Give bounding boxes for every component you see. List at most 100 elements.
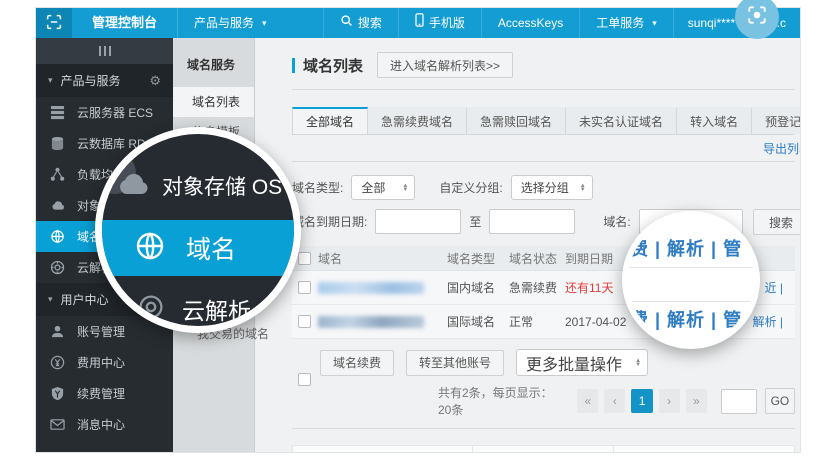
renewal-icon [49,386,65,402]
first-page-button[interactable]: « [577,389,598,413]
console-title[interactable]: 管理控制台 [72,8,178,38]
expiry-start-input[interactable] [375,209,461,234]
subnav-item-domain-list[interactable]: 域名列表 [173,87,254,117]
search-icon [340,8,353,38]
tab-all-domains[interactable]: 全部域名 [292,107,368,134]
envelope-icon [49,417,65,433]
domain-status-value: 急需续费 [509,279,565,296]
domain-type-value: 国内域名 [447,279,509,296]
row-checkbox[interactable] [298,281,311,294]
page-title: 域名列表 [303,55,363,76]
search-menu[interactable]: 搜索 [323,8,398,38]
divider [628,267,754,268]
row-operations-link[interactable]: 解析 | [753,313,783,330]
sidebar-item-billing[interactable]: 费用中心 [36,347,173,378]
domain-type-label: 域名类型: [292,179,343,196]
zoomed-operations-links: 费 | 解析 | 管 [630,306,760,332]
select-arrows-icon: ▲▼ [580,184,586,192]
redeem-expired-domain-link[interactable]: 赎回已过期域名 [614,446,794,452]
gear-icon[interactable]: ⚙ [149,73,161,89]
zoomed-item-domain: 域名 [95,220,301,276]
collapse-icon [99,46,101,56]
work-order-menu[interactable]: 工单服务 ▾ [579,8,673,38]
chevron-down-icon: ▾ [48,75,53,86]
tab-preregister[interactable]: 预登记域名 [752,107,800,134]
title-accent-bar [292,58,295,73]
pagination-summary: 共有2条，每页显示：20条 [438,384,561,418]
quick-links-bar: 域名注册 域名转入 赎回已过期域名 [292,445,795,452]
sidebar-item-renewal[interactable]: 续费管理 [36,378,173,409]
zoomed-operations-links: 费 | 解析 | 管 [630,235,760,261]
sidebar-item-ecs[interactable]: 云服务器 ECS [36,97,173,128]
topbar: 管理控制台 产品与服务 ▾ 搜索 [36,8,800,38]
col-status: 域名状态 [509,250,565,267]
current-page-button[interactable]: 1 [631,389,652,413]
sidebar-collapse-button[interactable] [36,38,173,64]
camera-frame-icon [746,4,768,31]
renew-domain-button[interactable]: 域名续费 [320,350,394,376]
export-list-link[interactable]: 导出列表 [763,140,800,157]
accesskeys-menu[interactable]: AccessKeys [481,8,579,38]
domain-type-select[interactable]: 全部 ▲▼ [351,175,415,200]
mobile-menu[interactable]: 手机版 [398,8,481,38]
domain-tabs: 全部域名 急需续费域名 急需赎回域名 未实名认证域名 转入域名 预登记域名 [292,107,795,135]
tab-redeem-urgent[interactable]: 急需赎回域名 [467,107,566,134]
last-page-button[interactable]: » [686,389,707,413]
dns-icon [49,260,65,276]
next-page-button[interactable]: › [659,389,680,413]
topbar-right: 搜索 手机版 AccessKeys 工单服务 ▾ [323,8,800,38]
zoomed-item-storage: 对象存储 OS [102,164,301,208]
prev-page-button[interactable]: ‹ [604,389,625,413]
user-icon [49,324,65,340]
divider [292,89,795,90]
select-all-checkbox[interactable] [298,252,311,265]
enter-dns-list-button[interactable]: 进入域名解析列表>> [377,52,513,78]
phone-icon [415,8,424,38]
transfer-account-button[interactable]: 转至其他账号 [406,350,504,376]
dns-icon [138,294,164,325]
row-operations-link[interactable]: 近 | [765,279,783,296]
row-checkbox[interactable] [298,315,311,328]
batch-actions: 域名续费 转至其他账号 更多批量操作 ▲▼ 共有2条，每页显示：20条 « ‹ … [292,349,795,418]
cloud-logo-icon [44,12,64,35]
batch-checkbox[interactable] [298,373,311,386]
transfer-in-domain-link[interactable]: 域名转入 [473,446,613,452]
zoomed-item-dns: 云解析 [102,286,294,332]
tab-transfer-in[interactable]: 转入域名 [677,107,752,134]
domain-status-value: 正常 [509,313,565,330]
go-button[interactable]: GO [765,388,795,414]
sidebar-item-messages[interactable]: 消息中心 [36,409,173,440]
load-balancer-icon [49,167,65,183]
aliyun-logo[interactable] [36,8,72,38]
custom-group-label: 自定义分组: [439,179,502,196]
products-menu[interactable]: 产品与服务 ▾ [178,8,283,38]
more-batch-operations-select[interactable]: 更多批量操作 ▲▼ [516,349,648,376]
chevron-down-icon: ▾ [652,8,657,38]
goto-page-input[interactable] [721,389,757,414]
blurred-domain-name [318,316,424,328]
register-domain-link[interactable]: 域名注册 [293,446,473,452]
custom-group-select[interactable]: 选择分组 ▲▼ [511,175,593,200]
screenshot-canvas: 管理控制台 产品与服务 ▾ 搜索 [0,0,830,460]
globe-icon [134,230,166,267]
subnav-title: 域名服务 [173,38,254,87]
select-arrows-icon: ▲▼ [635,359,641,367]
chevron-down-icon: ▾ [262,8,267,38]
expiry-end-input[interactable] [489,209,575,234]
select-arrows-icon: ▲▼ [402,184,408,192]
expiry-date-label: 域名到期日期: [292,213,367,230]
divider [292,428,795,429]
domain-type-value: 国际域名 [447,313,509,330]
tab-unverified[interactable]: 未实名认证域名 [566,107,677,134]
domain-label: 域名: [603,213,630,230]
section-products[interactable]: ▾ 产品与服务 ⚙ [36,64,173,97]
blurred-domain-name [318,282,424,294]
divider [628,301,754,302]
col-domain: 域名 [318,250,447,267]
to-label: 至 [469,213,481,230]
search-button[interactable]: 搜索 [753,209,800,235]
billing-icon [49,355,65,371]
col-type: 域名类型 [447,250,509,267]
tab-renewal-urgent[interactable]: 急需续费域名 [368,107,467,134]
cloud-storage-icon [114,171,150,202]
